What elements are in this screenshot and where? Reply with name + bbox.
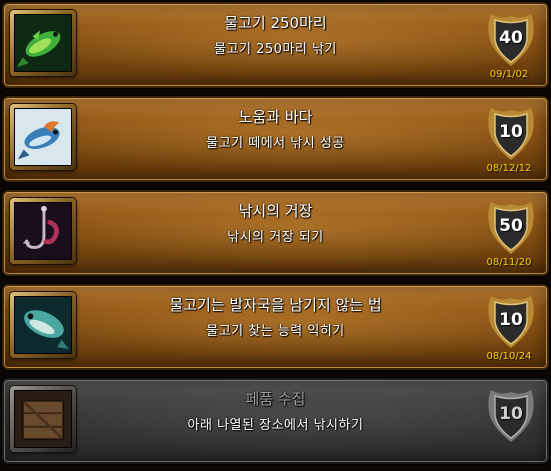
achievement-points: 10 <box>499 122 523 142</box>
green-fish-icon <box>14 14 72 72</box>
blue-fish-icon <box>14 108 72 166</box>
achievement-points: 50 <box>499 216 523 236</box>
achievement-title: 물고기 250마리 <box>224 14 327 32</box>
achievement-icon-frame <box>10 386 76 452</box>
achievement-icon-frame <box>10 104 76 170</box>
tuna-fish-icon <box>14 296 72 354</box>
achievement-date: 09/1/02 <box>489 69 529 80</box>
achievement-title: 노움과 바다 <box>238 108 313 126</box>
achievement-date: 08/12/12 <box>486 163 532 174</box>
achievement-row[interactable]: 물고기 250마리 물고기 250마리 낚기 40 09/1/02 <box>2 2 549 88</box>
achievement-description: 물고기 떼에서 낚시 성공 <box>206 136 345 151</box>
achievement-row-incomplete[interactable]: 페품 수집 아래 나열된 장소에서 낚시하기 10 <box>2 378 549 464</box>
achievement-row[interactable]: 낚시의 거장 낚시의 거장 되기 50 08/11/20 <box>2 190 549 276</box>
achievement-date: 08/10/24 <box>486 351 532 362</box>
achievement-row[interactable]: 물고기는 발자국을 남기지 않는 법 물고기 찾는 능력 익히기 10 08/1… <box>2 284 549 370</box>
achievement-title: 페품 수집 <box>245 390 306 408</box>
achievement-list: 물고기 250마리 물고기 250마리 낚기 40 09/1/02 노움과 바다… <box>0 0 551 471</box>
achievement-row[interactable]: 노움과 바다 물고기 떼에서 낚시 성공 10 08/12/12 <box>2 96 549 182</box>
achievement-date: 08/11/20 <box>486 257 532 268</box>
wooden-crate-icon <box>14 390 72 448</box>
achievement-description: 물고기 250마리 낚기 <box>214 42 337 57</box>
achievement-points: 40 <box>499 28 523 48</box>
achievement-description: 낚시의 거장 되기 <box>227 230 324 245</box>
achievement-icon-frame <box>10 292 76 358</box>
achievement-title: 물고기는 발자국을 남기지 않는 법 <box>169 296 382 314</box>
achievement-icon-frame <box>10 198 76 264</box>
achievement-description: 물고기 찾는 능력 익히기 <box>206 324 345 339</box>
achievement-icon-frame <box>10 10 76 76</box>
achievement-points: 10 <box>499 404 523 424</box>
achievement-title: 낚시의 거장 <box>238 202 313 220</box>
fishing-hook-icon <box>14 202 72 260</box>
achievement-points: 10 <box>499 310 523 330</box>
achievement-description: 아래 나열된 장소에서 낚시하기 <box>187 418 364 433</box>
